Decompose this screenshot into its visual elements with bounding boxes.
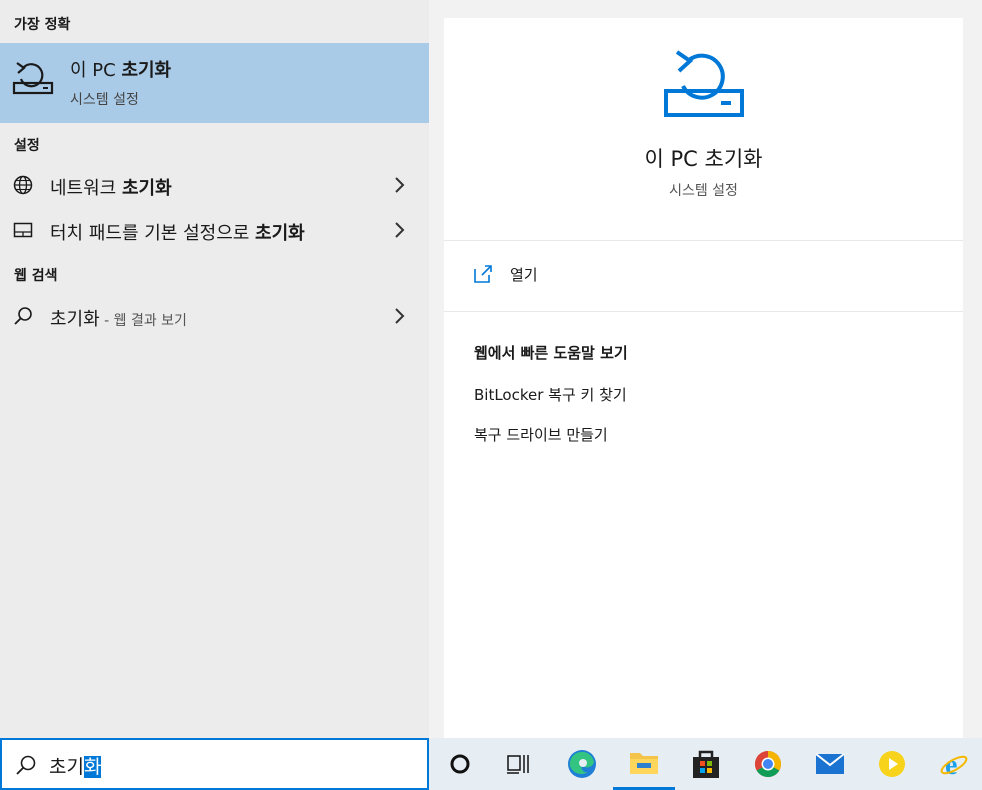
file-explorer-button[interactable] xyxy=(613,738,675,790)
chevron-right-icon xyxy=(395,177,405,193)
store-icon xyxy=(693,750,719,778)
divider xyxy=(444,240,963,241)
task-view-button[interactable] xyxy=(487,738,549,790)
ie-icon: e xyxy=(940,750,968,779)
search-box[interactable]: 초기화 xyxy=(0,738,429,790)
touchpad-icon xyxy=(13,222,33,238)
media-player-icon xyxy=(879,751,905,777)
settings-item-label: 터치 패드를 기본 설정으로 초기화 xyxy=(50,223,305,244)
help-link-bitlocker[interactable]: BitLocker 복구 키 찾기 xyxy=(474,384,627,405)
web-search-header: 웹 검색 xyxy=(14,268,58,284)
best-match-text: 이 PC 초기화 시스템 설정 xyxy=(0,43,429,123)
edge-button[interactable] xyxy=(551,738,613,790)
file-explorer-icon xyxy=(630,752,658,774)
globe-icon xyxy=(13,175,33,195)
mail-icon xyxy=(815,753,845,774)
taskbar: e xyxy=(429,738,982,790)
search-icon xyxy=(14,307,32,325)
settings-item-label: 네트워크 초기화 xyxy=(50,178,172,199)
detail-card: 이 PC 초기화 시스템 설정 열기 웹에서 빠른 도움말 보기 BitLock… xyxy=(444,18,963,738)
divider xyxy=(444,311,963,312)
settings-item-network-reset[interactable]: 네트워크 초기화 xyxy=(0,165,429,205)
store-button[interactable] xyxy=(675,738,737,790)
media-player-button[interactable] xyxy=(861,738,923,790)
cortana-icon xyxy=(450,754,470,774)
detail-subtitle: 시스템 설정 xyxy=(669,183,738,199)
web-search-label: 초기화 - 웹 결과 보기 xyxy=(50,309,187,330)
open-action[interactable]: 열기 xyxy=(444,255,963,295)
open-label: 열기 xyxy=(510,266,538,284)
chrome-icon xyxy=(754,750,782,778)
chevron-right-icon xyxy=(395,222,405,238)
open-icon xyxy=(474,265,492,283)
task-view-icon xyxy=(507,755,529,774)
search-icon xyxy=(16,755,36,775)
detail-title: 이 PC 초기화 xyxy=(644,147,763,171)
search-selection: 화 xyxy=(83,756,102,778)
best-match-title: 이 PC 초기화 xyxy=(70,60,172,81)
mail-button[interactable] xyxy=(799,738,861,790)
edge-icon xyxy=(568,750,596,778)
reset-pc-icon xyxy=(664,50,744,117)
settings-item-touchpad-reset[interactable]: 터치 패드를 기본 설정으로 초기화 xyxy=(0,210,429,250)
settings-header: 설정 xyxy=(14,138,40,154)
search-input[interactable]: 초기화 xyxy=(49,752,102,779)
ie-button[interactable]: e xyxy=(923,738,982,790)
web-search-item[interactable]: 초기화 - 웹 결과 보기 xyxy=(0,296,429,336)
best-match-subtitle: 시스템 설정 xyxy=(70,92,139,108)
chrome-button[interactable] xyxy=(737,738,799,790)
help-link-recovery-drive[interactable]: 복구 드라이브 만들기 xyxy=(474,424,608,445)
web-help-header: 웹에서 빠른 도움말 보기 xyxy=(474,344,628,362)
chevron-right-icon xyxy=(395,308,405,324)
cortana-button[interactable] xyxy=(429,738,491,790)
search-results-pane: 가장 정확 이 PC 초기화 시스템 설정 설정 네트워크 초기화 터치 패드를… xyxy=(0,0,429,738)
best-match-header: 가장 정확 xyxy=(14,17,71,33)
